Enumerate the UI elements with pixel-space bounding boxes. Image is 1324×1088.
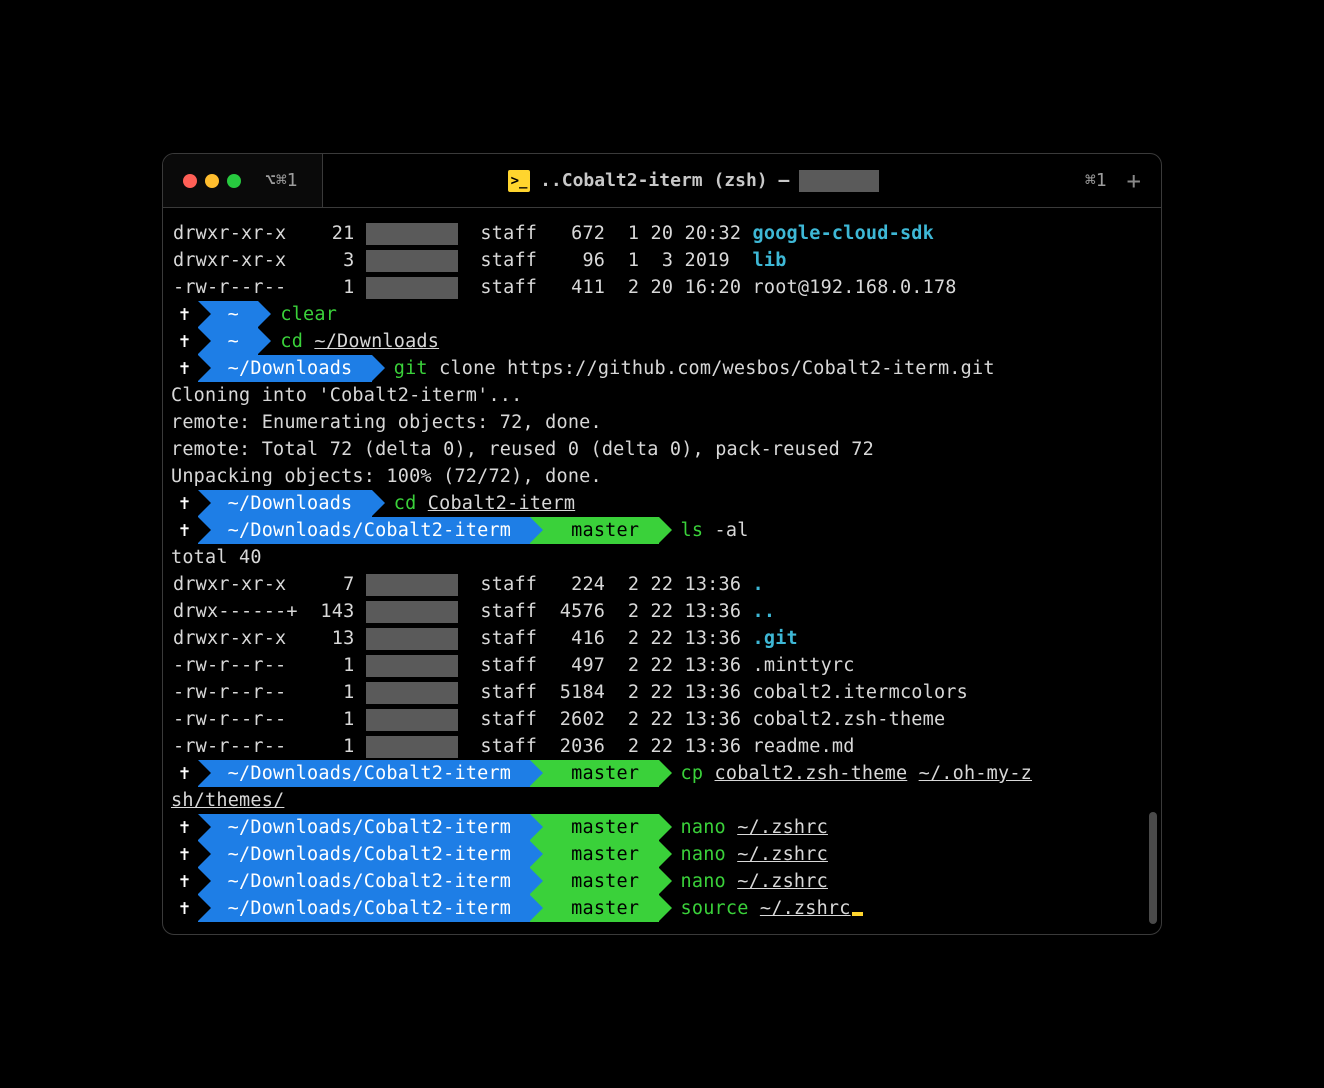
command-text: git clone https://github.com/wesbos/Coba… [394, 355, 995, 382]
file-name: cobalt2.zsh-theme [753, 706, 946, 733]
prompt-line: ✝ ~/Downloads cd Cobalt2-iterm [171, 490, 1161, 517]
prompt-status-segment: ✝ [171, 814, 198, 841]
command-text: nano ~/.zshrc [681, 841, 828, 868]
close-icon[interactable] [183, 174, 197, 188]
ls-row: drwxr-xr-x 3 staff 96 1 3 2019 lib [171, 247, 1161, 274]
prompt-status-segment: ✝ [171, 868, 198, 895]
terminal-content[interactable]: drwxr-xr-x 21 staff 672 1 20 20:32 googl… [163, 208, 1161, 922]
terminal-icon: >_ [508, 170, 530, 192]
prompt-line: ✝ ~/Downloads/Cobalt2-iterm master ls -a… [171, 517, 1161, 544]
redacted-owner [366, 682, 458, 704]
command-text: ls -al [681, 517, 749, 544]
tab-left[interactable]: ⌥⌘1 [163, 154, 323, 208]
redacted-owner [366, 601, 458, 623]
redacted-owner [366, 250, 458, 272]
file-name: .. [753, 598, 776, 625]
output-line: total 40 [171, 544, 1161, 571]
prompt-line: ✝ ~/Downloads/Cobalt2-iterm master nano … [171, 868, 1161, 895]
ls-row: -rw-r--r-- 1 staff 2602 2 22 13:36 cobal… [171, 706, 1161, 733]
ls-row: drwxr-xr-x 13 staff 416 2 22 13:36 .git [171, 625, 1161, 652]
redacted-owner [366, 223, 458, 245]
command-text: cd ~/Downloads [280, 328, 439, 355]
prompt-line: ✝ ~/Downloads/Cobalt2-iterm master sourc… [171, 895, 1161, 922]
new-tab-button[interactable]: + [1127, 167, 1141, 195]
prompt-status-segment: ✝ [171, 490, 198, 517]
ls-row: -rw-r--r-- 1 staff 5184 2 22 13:36 cobal… [171, 679, 1161, 706]
file-name: .minttyrc [753, 652, 855, 679]
prompt-status-segment: ✝ [171, 301, 198, 328]
file-name: lib [753, 247, 787, 274]
zoom-icon[interactable] [227, 174, 241, 188]
prompt-status-segment: ✝ [171, 895, 198, 922]
prompt-path-segment: ~/Downloads/Cobalt2-iterm [198, 895, 530, 922]
titlebar-right: ⌘1 + [1065, 154, 1161, 208]
prompt-status-segment: ✝ [171, 841, 198, 868]
ls-row: drwx------+ 143 staff 4576 2 22 13:36 .. [171, 598, 1161, 625]
redacted-owner [366, 574, 458, 596]
prompt-path-segment: ~/Downloads [198, 355, 371, 382]
redacted-owner [366, 655, 458, 677]
prompt-line: ✝ ~/Downloads git clone https://github.c… [171, 355, 1161, 382]
prompt-branch-segment: master [530, 841, 658, 868]
ls-row: -rw-r--r-- 1 staff 497 2 22 13:36 .mintt… [171, 652, 1161, 679]
prompt-branch-segment: master [530, 895, 658, 922]
prompt-line: ✝ ~/Downloads/Cobalt2-iterm master cp co… [171, 760, 1161, 787]
prompt-status-segment: ✝ [171, 328, 198, 355]
window-title-text: ..Cobalt2-iterm (zsh) — [540, 170, 789, 191]
command-text: nano ~/.zshrc [681, 814, 828, 841]
command-text: clear [280, 301, 337, 328]
minimize-icon[interactable] [205, 174, 219, 188]
ls-row: drwxr-xr-x 7 staff 224 2 22 13:36 . [171, 571, 1161, 598]
scrollbar-thumb[interactable] [1149, 812, 1157, 924]
command-text: nano ~/.zshrc [681, 868, 828, 895]
output-line: Unpacking objects: 100% (72/72), done. [171, 463, 1161, 490]
prompt-branch-segment: master [530, 868, 658, 895]
command-text: cp cobalt2.zsh-theme ~/.oh-my-z [681, 760, 1033, 787]
ls-row: -rw-r--r-- 1 staff 411 2 20 16:20 root@1… [171, 274, 1161, 301]
prompt-path-segment: ~/Downloads/Cobalt2-iterm [198, 517, 530, 544]
ls-row: drwxr-xr-x 21 staff 672 1 20 20:32 googl… [171, 220, 1161, 247]
file-name: . [753, 571, 764, 598]
output-line: Cloning into 'Cobalt2-iterm'... [171, 382, 1161, 409]
window-title: >_ ..Cobalt2-iterm (zsh) — [323, 154, 1065, 208]
traffic-lights [183, 174, 241, 188]
prompt-status-segment: ✝ [171, 355, 198, 382]
file-name: .git [753, 625, 798, 652]
prompt-path-segment: ~/Downloads/Cobalt2-iterm [198, 868, 530, 895]
file-name: readme.md [753, 733, 855, 760]
prompt-path-segment: ~/Downloads/Cobalt2-iterm [198, 814, 530, 841]
command-text: source ~/.zshrc [681, 895, 863, 922]
window-shortcut-label: ⌘1 [1085, 170, 1107, 191]
redacted-title [799, 170, 879, 192]
prompt-path-segment: ~/Downloads [198, 490, 371, 517]
titlebar: ⌥⌘1 >_ ..Cobalt2-iterm (zsh) — ⌘1 + [163, 154, 1161, 208]
prompt-line: ✝ ~/Downloads/Cobalt2-iterm master nano … [171, 814, 1161, 841]
file-name: google-cloud-sdk [753, 220, 934, 247]
redacted-owner [366, 628, 458, 650]
prompt-branch-segment: master [530, 814, 658, 841]
output-line: sh/themes/ [171, 787, 1161, 814]
file-name: root@192.168.0.178 [753, 274, 957, 301]
prompt-status-segment: ✝ [171, 517, 198, 544]
prompt-path-segment: ~/Downloads/Cobalt2-iterm [198, 841, 530, 868]
prompt-branch-segment: master [530, 517, 658, 544]
prompt-line: ✝ ~ clear [171, 301, 1161, 328]
terminal-window: ⌥⌘1 >_ ..Cobalt2-iterm (zsh) — ⌘1 + drwx… [162, 153, 1162, 935]
prompt-line: ✝ ~/Downloads/Cobalt2-iterm master nano … [171, 841, 1161, 868]
redacted-owner [366, 736, 458, 758]
output-line: remote: Enumerating objects: 72, done. [171, 409, 1161, 436]
prompt-line: ✝ ~ cd ~/Downloads [171, 328, 1161, 355]
tab-shortcut-label: ⌥⌘1 [265, 170, 298, 191]
command-text: cd Cobalt2-iterm [394, 490, 575, 517]
file-name: cobalt2.itermcolors [753, 679, 968, 706]
redacted-owner [366, 277, 458, 299]
prompt-path-segment: ~/Downloads/Cobalt2-iterm [198, 760, 530, 787]
redacted-owner [366, 709, 458, 731]
output-line: remote: Total 72 (delta 0), reused 0 (de… [171, 436, 1161, 463]
ls-row: -rw-r--r-- 1 staff 2036 2 22 13:36 readm… [171, 733, 1161, 760]
prompt-branch-segment: master [530, 760, 658, 787]
cursor [852, 912, 863, 916]
prompt-status-segment: ✝ [171, 760, 198, 787]
